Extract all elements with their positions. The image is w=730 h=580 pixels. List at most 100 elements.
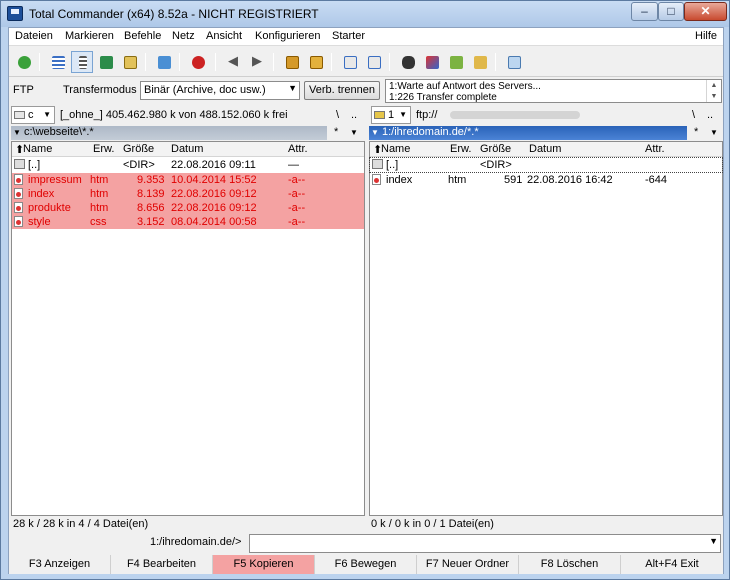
detailed-view-icon[interactable] — [71, 51, 93, 73]
menu-konfigurieren[interactable]: Konfigurieren — [255, 30, 320, 42]
forward-icon[interactable]: ▶ — [247, 51, 269, 73]
table-row[interactable]: style css 3.152 08.04.2014 00:58 -a-- — [12, 215, 364, 229]
app-icon — [7, 6, 23, 21]
refresh-icon[interactable] — [13, 51, 35, 73]
file-name: impressum — [28, 174, 82, 186]
function-key-bar: F3 Anzeigen F4 Bearbeiten F5 Kopieren F6… — [9, 555, 723, 574]
exit-button[interactable]: Alt+F4 Exit — [621, 555, 723, 574]
brief-view-icon[interactable] — [47, 51, 69, 73]
transfer-mode-select[interactable]: Binär (Archive, doc usw.) ▼ — [140, 81, 300, 100]
thumbnail-view-icon[interactable] — [95, 51, 117, 73]
f5-copy-button[interactable]: F5 Kopieren — [213, 555, 315, 574]
ftp-connect-icon[interactable] — [339, 51, 361, 73]
column-size[interactable]: Größe — [480, 143, 511, 155]
column-attr[interactable]: Attr. — [288, 143, 308, 155]
back-icon[interactable]: ◀ — [223, 51, 245, 73]
file-name: index — [28, 188, 55, 200]
table-row[interactable]: [..] <DIR> 22.08.2016 09:11 — — [12, 158, 364, 172]
table-row[interactable]: index htm 8.139 22.08.2016 09:12 -a-- — [12, 187, 364, 201]
menu-starter[interactable]: Starter — [332, 30, 365, 42]
f4-edit-button[interactable]: F4 Bearbeiten — [111, 555, 213, 574]
left-file-panel[interactable]: ⬆ Name Erw. Größe Datum Attr. [..] <DIR>… — [11, 141, 365, 516]
html-file-icon — [372, 174, 381, 185]
application-window: Total Commander (x64) 8.52a - NICHT REGI… — [0, 0, 730, 580]
ftp-drive-icon — [374, 111, 385, 119]
right-path: 1:/ihredomain.de/*.* — [381, 126, 479, 138]
close-button[interactable]: ✕ — [684, 2, 727, 21]
column-attr[interactable]: Attr. — [645, 143, 665, 155]
html-file-icon — [14, 174, 23, 185]
unpack-icon[interactable] — [305, 51, 327, 73]
menu-netz[interactable]: Netz — [172, 30, 195, 42]
menu-dateien[interactable]: Dateien — [15, 30, 53, 42]
left-path-bar[interactable]: ▼ c:\webseite\*.* — [11, 126, 327, 140]
f7-new-folder-button[interactable]: F7 Neuer Ordner — [417, 555, 519, 574]
f6-move-button[interactable]: F6 Bewegen — [315, 555, 417, 574]
right-root-button[interactable]: \ — [692, 109, 695, 121]
right-parent-button[interactable]: .. — [707, 109, 713, 121]
ftp-label: FTP — [13, 84, 34, 96]
right-file-panel[interactable]: ⬆ Name Erw. Größe Datum Attr. [..] <DIR>… — [369, 141, 723, 516]
command-line-input[interactable]: ▼ — [249, 534, 721, 553]
left-filter-button[interactable]: * — [334, 126, 338, 140]
chevron-down-icon: ▼ — [399, 110, 407, 119]
left-root-button[interactable]: \ — [336, 109, 339, 121]
menu-hilfe[interactable]: Hilfe — [695, 30, 717, 42]
brush-icon[interactable] — [187, 51, 209, 73]
chevron-down-icon[interactable]: ▼ — [710, 128, 718, 142]
table-row[interactable]: impressum htm 9.353 10.04.2014 15:52 -a-… — [12, 173, 364, 187]
column-name[interactable]: Name — [381, 143, 410, 155]
right-drive-select[interactable]: 1 ▼ — [371, 106, 411, 124]
menu-markieren[interactable]: Markieren — [65, 30, 114, 42]
table-row[interactable]: produkte htm 8.656 22.08.2016 09:12 -a-- — [12, 201, 364, 215]
ftp-log[interactable]: 1:Warte auf Antwort des Servers... 1:226… — [385, 79, 722, 103]
invert-selection-icon[interactable] — [153, 51, 175, 73]
tree-icon[interactable] — [119, 51, 141, 73]
menu-bar: Dateien Markieren Befehle Netz Ansicht K… — [9, 28, 723, 46]
log-scrollbar[interactable]: ▲ ▼ — [706, 80, 721, 102]
file-date: 22.08.2016 16:42 — [527, 174, 613, 186]
html-file-icon — [14, 188, 23, 199]
maximize-button[interactable]: □ — [658, 2, 684, 21]
file-ext: htm — [448, 174, 467, 186]
column-size[interactable]: Größe — [123, 143, 154, 155]
column-ext[interactable]: Erw. — [93, 143, 114, 155]
table-row[interactable]: [..] <DIR> — [369, 157, 723, 173]
file-ext: htm — [90, 188, 109, 200]
sync-dirs-icon[interactable] — [445, 51, 467, 73]
history-dropdown-icon[interactable]: ▼ — [13, 128, 21, 137]
file-date: 22.08.2016 09:12 — [171, 188, 257, 200]
pack-icon[interactable] — [281, 51, 303, 73]
left-parent-button[interactable]: .. — [351, 109, 357, 121]
notepad-icon[interactable] — [469, 51, 491, 73]
right-filter-button[interactable]: * — [694, 126, 698, 140]
file-size: 8.139 — [137, 188, 165, 200]
left-path: c:\webseite\*.* — [23, 126, 94, 138]
minimize-button[interactable]: – — [631, 2, 658, 21]
ftp-new-connection-icon[interactable] — [363, 51, 385, 73]
disconnect-button[interactable]: Verb. trennen — [304, 81, 380, 100]
chevron-down-icon: ▼ — [43, 110, 51, 119]
menu-ansicht[interactable]: Ansicht — [206, 30, 242, 42]
right-volume-info: ftp:// — [416, 109, 438, 121]
f8-delete-button[interactable]: F8 Löschen — [519, 555, 621, 574]
table-row[interactable]: index htm 591 22.08.2016 16:42 -644 — [370, 173, 722, 187]
up-folder-icon — [14, 159, 25, 169]
copy-names-icon[interactable] — [503, 51, 525, 73]
column-name[interactable]: Name — [23, 143, 52, 155]
column-date[interactable]: Datum — [529, 143, 561, 155]
history-dropdown-icon[interactable]: ▼ — [371, 128, 379, 137]
rename-tool-icon[interactable] — [421, 51, 443, 73]
left-drive-letter: c — [28, 109, 34, 121]
left-drive-select[interactable]: c ▼ — [11, 106, 55, 124]
f3-view-button[interactable]: F3 Anzeigen — [9, 555, 111, 574]
file-size: <DIR> — [480, 159, 512, 171]
search-icon[interactable] — [397, 51, 419, 73]
right-path-bar[interactable]: ▼ 1:/ihredomain.de/*.* — [369, 126, 687, 140]
column-date[interactable]: Datum — [171, 143, 203, 155]
chevron-down-icon[interactable]: ▼ — [350, 128, 358, 142]
title-bar[interactable]: Total Commander (x64) 8.52a - NICHT REGI… — [1, 1, 729, 27]
css-file-icon — [14, 216, 23, 227]
column-ext[interactable]: Erw. — [450, 143, 471, 155]
menu-befehle[interactable]: Befehle — [124, 30, 161, 42]
